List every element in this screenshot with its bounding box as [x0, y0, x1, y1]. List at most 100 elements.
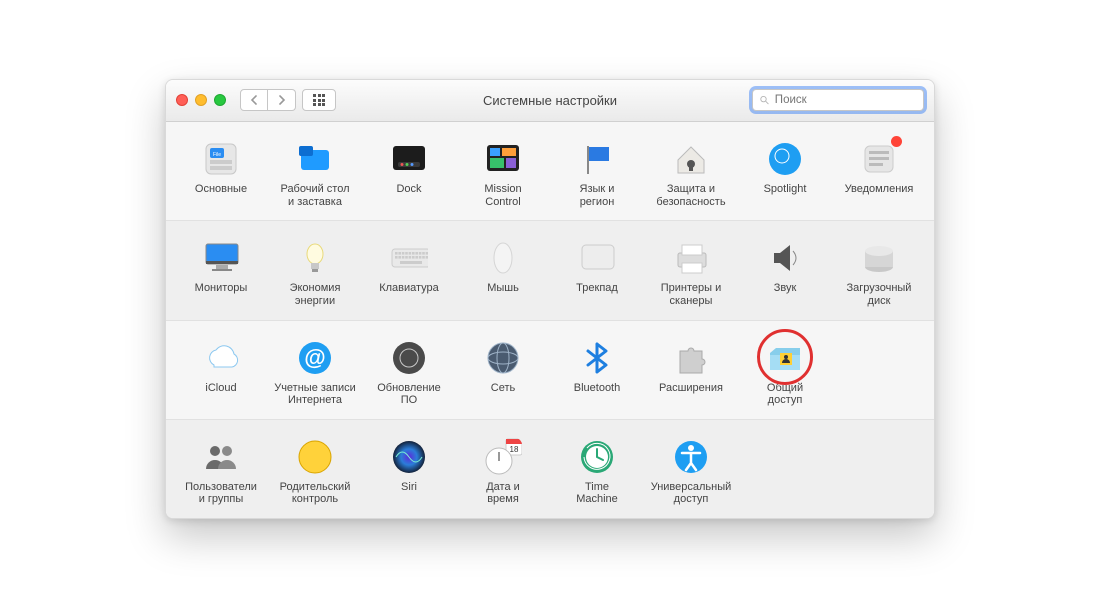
pref-label: Уведомления — [845, 183, 914, 196]
pref-security[interactable]: Защита и безопасность — [644, 136, 738, 210]
pref-label: Общий доступ — [767, 382, 803, 407]
pref-update[interactable]: Обновление ПО — [362, 335, 456, 409]
back-button[interactable] — [240, 89, 268, 111]
pref-label: Экономия энергии — [290, 282, 341, 307]
mission-icon — [482, 138, 524, 180]
access-icon — [670, 436, 712, 478]
pref-label: Пользователи и группы — [185, 481, 257, 506]
pref-accessibility[interactable]: Универсальный доступ — [644, 434, 738, 508]
pref-desktop[interactable]: Рабочий стол и заставка — [268, 136, 362, 210]
pref-label: Клавиатура — [379, 282, 439, 295]
pref-label: Spotlight — [764, 183, 807, 196]
prefs-row: File Основные Рабочий стол и заставка Dock M… — [166, 122, 934, 221]
disk-icon — [858, 237, 900, 279]
pref-parental[interactable]: Родительский контроль — [268, 434, 362, 508]
pref-label: Обновление ПО — [377, 382, 441, 407]
pref-bluetooth[interactable]: Bluetooth — [550, 335, 644, 409]
clock-icon: 18 — [482, 436, 524, 478]
pref-notifications[interactable]: Уведомления — [832, 136, 926, 210]
pref-mouse[interactable]: Мышь — [456, 235, 550, 309]
pref-sharing[interactable]: Общий доступ — [738, 335, 832, 409]
spotlight-icon — [764, 138, 806, 180]
pref-users[interactable]: Пользователи и группы — [174, 434, 268, 508]
prefs-row: Мониторы Экономия энергии Клавиатура Мышь Тр… — [166, 221, 934, 320]
titlebar: Системные настройки — [166, 80, 934, 122]
pref-label: Рабочий стол и заставка — [280, 183, 349, 208]
dock-icon — [388, 138, 430, 180]
pref-label: Основные — [195, 183, 247, 196]
bulb-icon — [294, 237, 336, 279]
show-all-button[interactable] — [302, 89, 336, 111]
pref-label: Dock — [396, 183, 421, 196]
pref-label: Принтеры и сканеры — [661, 282, 722, 307]
flag-icon — [576, 138, 618, 180]
pref-icloud[interactable]: iCloud — [174, 335, 268, 409]
users-icon — [200, 436, 242, 478]
pref-label: Bluetooth — [574, 382, 620, 395]
display-icon — [200, 237, 242, 279]
notif-icon — [858, 138, 900, 180]
pref-label: Родительский контроль — [280, 481, 351, 506]
pref-network[interactable]: Сеть — [456, 335, 550, 409]
puzzle-icon — [670, 337, 712, 379]
bt-icon — [576, 337, 618, 379]
pref-label: Сеть — [491, 382, 515, 395]
pref-label: Siri — [401, 481, 417, 494]
pref-label: Язык и регион — [580, 183, 615, 208]
pref-printers[interactable]: Принтеры и сканеры — [644, 235, 738, 309]
mouse-icon — [482, 237, 524, 279]
pref-dock[interactable]: Dock — [362, 136, 456, 210]
close-icon[interactable] — [176, 94, 188, 106]
pref-language[interactable]: Язык и регион — [550, 136, 644, 210]
highlight-circle — [757, 329, 813, 385]
svg-text:@: @ — [304, 345, 325, 370]
pref-label: Дата и время — [486, 481, 520, 506]
pref-extensions[interactable]: Расширения — [644, 335, 738, 409]
svg-text:File: File — [213, 152, 221, 158]
pref-label: Трекпад — [576, 282, 618, 295]
timemachine-icon — [576, 436, 618, 478]
pref-keyboard[interactable]: Клавиатура — [362, 235, 456, 309]
pref-startup[interactable]: Загрузочный диск — [832, 235, 926, 309]
speaker-icon — [764, 237, 806, 279]
zoom-icon[interactable] — [214, 94, 226, 106]
pref-label: Универсальный доступ — [651, 481, 732, 506]
search-icon — [759, 94, 770, 106]
house-icon — [670, 138, 712, 180]
pref-general[interactable]: File Основные — [174, 136, 268, 210]
pref-label: Мониторы — [195, 282, 248, 295]
window-controls — [176, 94, 226, 106]
pref-timemachine[interactable]: Time Machine — [550, 434, 644, 508]
pref-label: Мышь — [487, 282, 519, 295]
pref-datetime[interactable]: 18 Дата и время — [456, 434, 550, 508]
pref-accounts[interactable]: @ Учетные записи Интернета — [268, 335, 362, 409]
pref-label: Расширения — [659, 382, 723, 395]
keyboard-icon — [388, 237, 430, 279]
minimize-icon[interactable] — [195, 94, 207, 106]
pref-label: Защита и безопасность — [656, 183, 725, 208]
pref-label: Учетные записи Интернета — [274, 382, 356, 407]
search-field[interactable] — [752, 89, 924, 111]
chevron-left-icon — [250, 95, 258, 105]
pref-sound[interactable]: Звук — [738, 235, 832, 309]
notification-badge — [891, 136, 902, 147]
pref-energy[interactable]: Экономия энергии — [268, 235, 362, 309]
pref-spotlight[interactable]: Spotlight — [738, 136, 832, 210]
parental-icon — [294, 436, 336, 478]
forward-button[interactable] — [268, 89, 296, 111]
icloud-icon — [200, 337, 242, 379]
pref-siri[interactable]: Siri — [362, 434, 456, 508]
pref-trackpad[interactable]: Трекпад — [550, 235, 644, 309]
siri-icon — [388, 436, 430, 478]
pref-mission[interactable]: Mission Control — [456, 136, 550, 210]
search-input[interactable] — [775, 94, 917, 106]
prefs-row: iCloud @ Учетные записи Интернета Обновлени… — [166, 321, 934, 420]
chevron-right-icon — [278, 95, 286, 105]
desktop-icon — [294, 138, 336, 180]
prefs-row: Пользователи и группы Родительский контро… — [166, 420, 934, 518]
svg-text:18: 18 — [510, 445, 519, 454]
pref-label: Звук — [774, 282, 797, 295]
pref-displays[interactable]: Мониторы — [174, 235, 268, 309]
pref-label: iCloud — [205, 382, 236, 395]
pref-label: Загрузочный диск — [847, 282, 912, 307]
